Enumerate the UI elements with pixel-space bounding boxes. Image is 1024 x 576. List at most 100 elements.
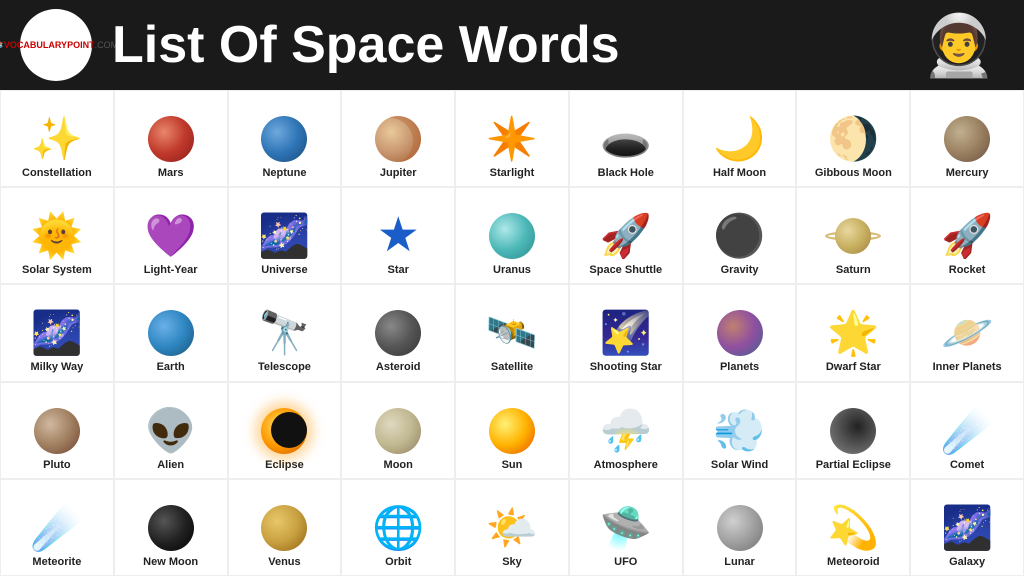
constellation-icon: ✨ (31, 113, 83, 165)
asteroid-icon (375, 307, 421, 359)
grid-item-saturn: Saturn (796, 187, 910, 284)
satellite-icon: 🛰️ (486, 307, 538, 359)
uranus-icon (489, 210, 535, 262)
grid-item-lunar: Lunar (683, 479, 797, 576)
star-label: Star (388, 264, 409, 277)
ufo-label: UFO (614, 556, 637, 569)
lunar-icon (717, 502, 763, 554)
constellation-label: Constellation (22, 167, 92, 180)
black-hole-label: Black Hole (598, 167, 654, 180)
grid-item-jupiter: Jupiter (341, 90, 455, 187)
grid-item-meteorite: ☄️Meteorite (0, 479, 114, 576)
eclipse-label: Eclipse (265, 459, 304, 472)
solar-wind-label: Solar Wind (711, 459, 768, 472)
mercury-icon (944, 113, 990, 165)
grid-item-gibbous-moon: 🌖Gibbous Moon (796, 90, 910, 187)
light-year-icon: 💜 (145, 210, 197, 262)
star-icon: ★ (377, 210, 420, 262)
rocket-icon: 🚀 (941, 210, 993, 262)
sun-label: Sun (502, 459, 523, 472)
mars-icon (148, 113, 194, 165)
mars-label: Mars (158, 167, 184, 180)
universe-icon: 🌌 (258, 210, 310, 262)
grid-item-asteroid: Asteroid (341, 284, 455, 381)
grid-item-eclipse: Eclipse (228, 382, 342, 479)
grid-item-new-moon: New Moon (114, 479, 228, 576)
logo: 📚 VOCABULARY POINT .COM (20, 9, 92, 81)
partial-eclipse-icon (830, 405, 876, 457)
galaxy-icon: 🌌 (941, 502, 993, 554)
grid-item-solar-system: 🌞 Solar System (0, 187, 114, 284)
grid-item-half-moon: 🌙Half Moon (683, 90, 797, 187)
grid-item-telescope: 🔭Telescope (228, 284, 342, 381)
solar-system-icon: 🌞 (31, 210, 83, 262)
grid-item-star: ★ Star (341, 187, 455, 284)
grid-item-dwarf-star: 🌟Dwarf Star (796, 284, 910, 381)
galaxy-label: Galaxy (949, 556, 985, 569)
starlight-label: Starlight (490, 167, 535, 180)
space-shuttle-icon: 🚀 (600, 210, 652, 262)
pluto-label: Pluto (43, 459, 71, 472)
comet-icon: ☄️ (941, 405, 993, 457)
new-moon-icon (148, 502, 194, 554)
neptune-label: Neptune (262, 167, 306, 180)
satellite-label: Satellite (491, 361, 533, 374)
alien-label: Alien (157, 459, 184, 472)
grid-item-space-shuttle: 🚀 Space Shuttle (569, 187, 683, 284)
venus-label: Venus (268, 556, 300, 569)
gibbous-moon-icon: 🌖 (827, 113, 879, 165)
grid-item-sun: Sun (455, 382, 569, 479)
space-shuttle-label: Space Shuttle (589, 264, 662, 277)
comet-label: Comet (950, 459, 984, 472)
eclipse-icon (261, 405, 307, 457)
grid-item-milky-way: 🌌 Milky Way (0, 284, 114, 381)
atmosphere-label: Atmosphere (594, 459, 658, 472)
black-hole-icon: 🕳️ (600, 113, 652, 165)
grid-item-orbit: 🌐Orbit (341, 479, 455, 576)
grid-item-inner-planets: 🪐Inner Planets (910, 284, 1024, 381)
atmosphere-icon: ⛈️ (600, 405, 652, 457)
milky-way-label: Milky Way (30, 361, 83, 374)
header: 📚 VOCABULARY POINT .COM List Of Space Wo… (0, 0, 1024, 90)
inner-planets-label: Inner Planets (933, 361, 1002, 374)
milky-way-icon: 🌌 (31, 307, 83, 359)
grid-item-venus: Venus (228, 479, 342, 576)
starlight-icon: ✴️ (486, 113, 538, 165)
grid-item-rocket: 🚀 Rocket (910, 187, 1024, 284)
meteoroid-icon: 💫 (827, 502, 879, 554)
grid-item-neptune: Neptune (228, 90, 342, 187)
sky-icon: 🌤️ (486, 502, 538, 554)
moon-label: Moon (384, 459, 413, 472)
partial-eclipse-label: Partial Eclipse (816, 459, 891, 472)
mercury-label: Mercury (946, 167, 989, 180)
shooting-star-icon: 🌠 (600, 307, 652, 359)
new-moon-label: New Moon (143, 556, 198, 569)
asteroid-label: Asteroid (376, 361, 421, 374)
half-moon-icon: 🌙 (713, 113, 765, 165)
jupiter-label: Jupiter (380, 167, 417, 180)
saturn-icon (825, 210, 881, 262)
orbit-icon: 🌐 (372, 502, 424, 554)
solar-system-label: Solar System (22, 264, 92, 277)
logo-text2: POINT (67, 40, 95, 51)
pluto-icon (34, 405, 80, 457)
grid-item-sky: 🌤️Sky (455, 479, 569, 576)
shooting-star-label: Shooting Star (590, 361, 662, 374)
grid-item-uranus: Uranus (455, 187, 569, 284)
grid-item-comet: ☄️ Comet (910, 382, 1024, 479)
light-year-label: Light-Year (144, 264, 198, 277)
astronaut-icon: 👨‍🚀 (914, 5, 1004, 85)
neptune-icon (261, 113, 307, 165)
grid-item-constellation: ✨ Constellation (0, 90, 114, 187)
sun-icon (489, 405, 535, 457)
grid-item-planets: Planets (683, 284, 797, 381)
ufo-icon: 🛸 (600, 502, 652, 554)
grid-item-pluto: Pluto (0, 382, 114, 479)
rocket-label: Rocket (949, 264, 986, 277)
grid-item-solar-wind: 💨Solar Wind (683, 382, 797, 479)
earth-label: Earth (157, 361, 185, 374)
lunar-label: Lunar (724, 556, 755, 569)
grid-item-partial-eclipse: Partial Eclipse (796, 382, 910, 479)
grid-item-black-hole: 🕳️ Black Hole (569, 90, 683, 187)
meteoroid-label: Meteoroid (827, 556, 880, 569)
